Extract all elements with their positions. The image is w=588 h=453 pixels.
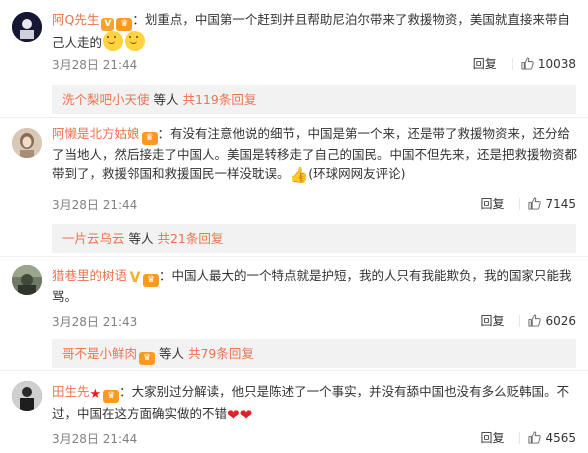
comment-body: 阿Q先生 V ♛ ：划重点，中国第一个赶到并且帮助尼泊尔带来了救援物资，美国就直接来带… (52, 10, 577, 52)
subreply-user[interactable]: 洗个梨吧小天使 (62, 92, 150, 107)
comment-time: 3月28日 21:44 (52, 58, 138, 72)
subreply-more-link[interactable]: 共79条回复 (188, 346, 254, 361)
comment-item: 田生先★ ♛ ：大家别过分解读，他只是陈述了一个事实，并没有舔中国也没有多么贬韩国。… (0, 371, 588, 453)
reply-button[interactable]: 回复 (480, 312, 504, 329)
reply-button[interactable]: 回复 (480, 429, 504, 446)
subreply-more-link[interactable]: 共21条回复 (157, 231, 223, 246)
heart-emoji-icon: ❤ (227, 406, 240, 424)
comment-username[interactable]: 猎巷里的树语 (52, 268, 127, 283)
comment-item: 阿Q先生 V ♛ ：划重点，中国第一个赶到并且帮助尼泊尔带来了救援物资，美国就直接来带… (0, 0, 588, 114)
smile-emoji-icon (125, 31, 146, 51)
divider (511, 57, 513, 70)
comment-body: 田生先★ ♛ ：大家别过分解读，他只是陈述了一个事实，并没有舔中国也没有多么贬韩国。… (52, 382, 577, 425)
subreply-user[interactable]: 哥不是小鲜肉 (62, 346, 137, 361)
like-count: 4565 (545, 430, 576, 445)
vip-badge-icon: ♛ (103, 390, 120, 403)
vip-badge-icon: ♛ (116, 18, 133, 31)
comment-time: 3月28日 21:43 (52, 315, 138, 329)
subreply-bar[interactable]: 哥不是小鲜肉 ♛ 等人 共79条回复 (52, 339, 576, 368)
subreply-bar[interactable]: 洗个梨吧小天使 等人 共119条回复 (52, 85, 576, 114)
thumbs-up-emoji-icon: 👍 (289, 166, 309, 184)
vip-badge-icon: ♛ (141, 132, 158, 145)
divider (519, 431, 521, 444)
avatar[interactable] (12, 381, 42, 411)
like-count: 7145 (545, 196, 576, 211)
subreply-mid: 等人 (124, 231, 158, 246)
subreply-more-link[interactable]: 共119条回复 (182, 92, 256, 107)
like-icon[interactable] (528, 197, 542, 210)
like-count: 10038 (537, 56, 576, 71)
comment-text-tail: (环球网网友评论) (308, 166, 406, 181)
comment-body: 阿懒是北方姑娘 ♛ ：有没有注意他说的细节，中国是第一个来，还是带了救援物资来，还分… (52, 124, 577, 185)
comment-text: ：大家别过分解读，他只是陈述了一个事实，并没有舔中国也没有多么贬韩国。不过，中国… (52, 384, 570, 421)
like-icon[interactable] (521, 57, 534, 70)
comment-item: 阿懒是北方姑娘 ♛ ：有没有注意他说的细节，中国是第一个来，还是带了救援物资来，还分… (0, 118, 588, 258)
comment-time: 3月28日 21:44 (52, 432, 138, 446)
comment-actions: 回复 10038 (473, 55, 576, 72)
reply-button[interactable]: 回复 (480, 195, 504, 212)
star-badge-icon: ★ (89, 387, 102, 402)
comment-feed: 阿Q先生 V ♛ ：划重点，中国第一个赶到并且帮助尼泊尔带来了救援物资，美国就直接来带… (0, 0, 588, 453)
vip-badge-icon: ♛ (139, 352, 156, 365)
comment-actions: 回复 4565 (480, 429, 576, 446)
comment-username[interactable]: 田生先 (52, 384, 90, 399)
comment-actions: 回复 6026 (480, 312, 576, 329)
divider (519, 197, 521, 210)
vip-badge-icon: ♛ (143, 274, 160, 287)
like-count: 6026 (545, 313, 576, 328)
verified-badge-icon: V (101, 18, 115, 31)
verified-badge-icon: V (129, 270, 141, 286)
comment-username[interactable]: 阿Q先生 (52, 12, 99, 27)
like-icon[interactable] (528, 314, 542, 327)
comment-body: 猎巷里的树语 V ♛ ：中国人最大的一个特点就是护短，我的人只有我能欺负，我的国家只能… (52, 266, 577, 306)
divider (519, 314, 521, 327)
comment-time: 3月28日 21:44 (52, 198, 138, 212)
subreply-mid: 等人 (149, 92, 183, 107)
comment-username[interactable]: 阿懒是北方姑娘 (52, 126, 140, 141)
comment-actions: 回复 7145 (480, 195, 576, 212)
smile-emoji-icon (103, 31, 124, 51)
subreply-mid: 等人 (155, 346, 188, 361)
reply-button[interactable]: 回复 (473, 55, 497, 72)
comment-item: 猎巷里的树语 V ♛ ：中国人最大的一个特点就是护短，我的人只有我能欺负，我的国家只能… (0, 257, 588, 371)
like-icon[interactable] (528, 431, 542, 444)
avatar[interactable] (12, 128, 42, 158)
heart-emoji-icon: ❤ (239, 406, 253, 424)
avatar[interactable] (12, 12, 42, 42)
avatar[interactable] (12, 265, 42, 295)
subreply-bar[interactable]: 一片云乌云 等人 共21条回复 (52, 224, 576, 253)
subreply-user[interactable]: 一片云乌云 (62, 231, 125, 246)
